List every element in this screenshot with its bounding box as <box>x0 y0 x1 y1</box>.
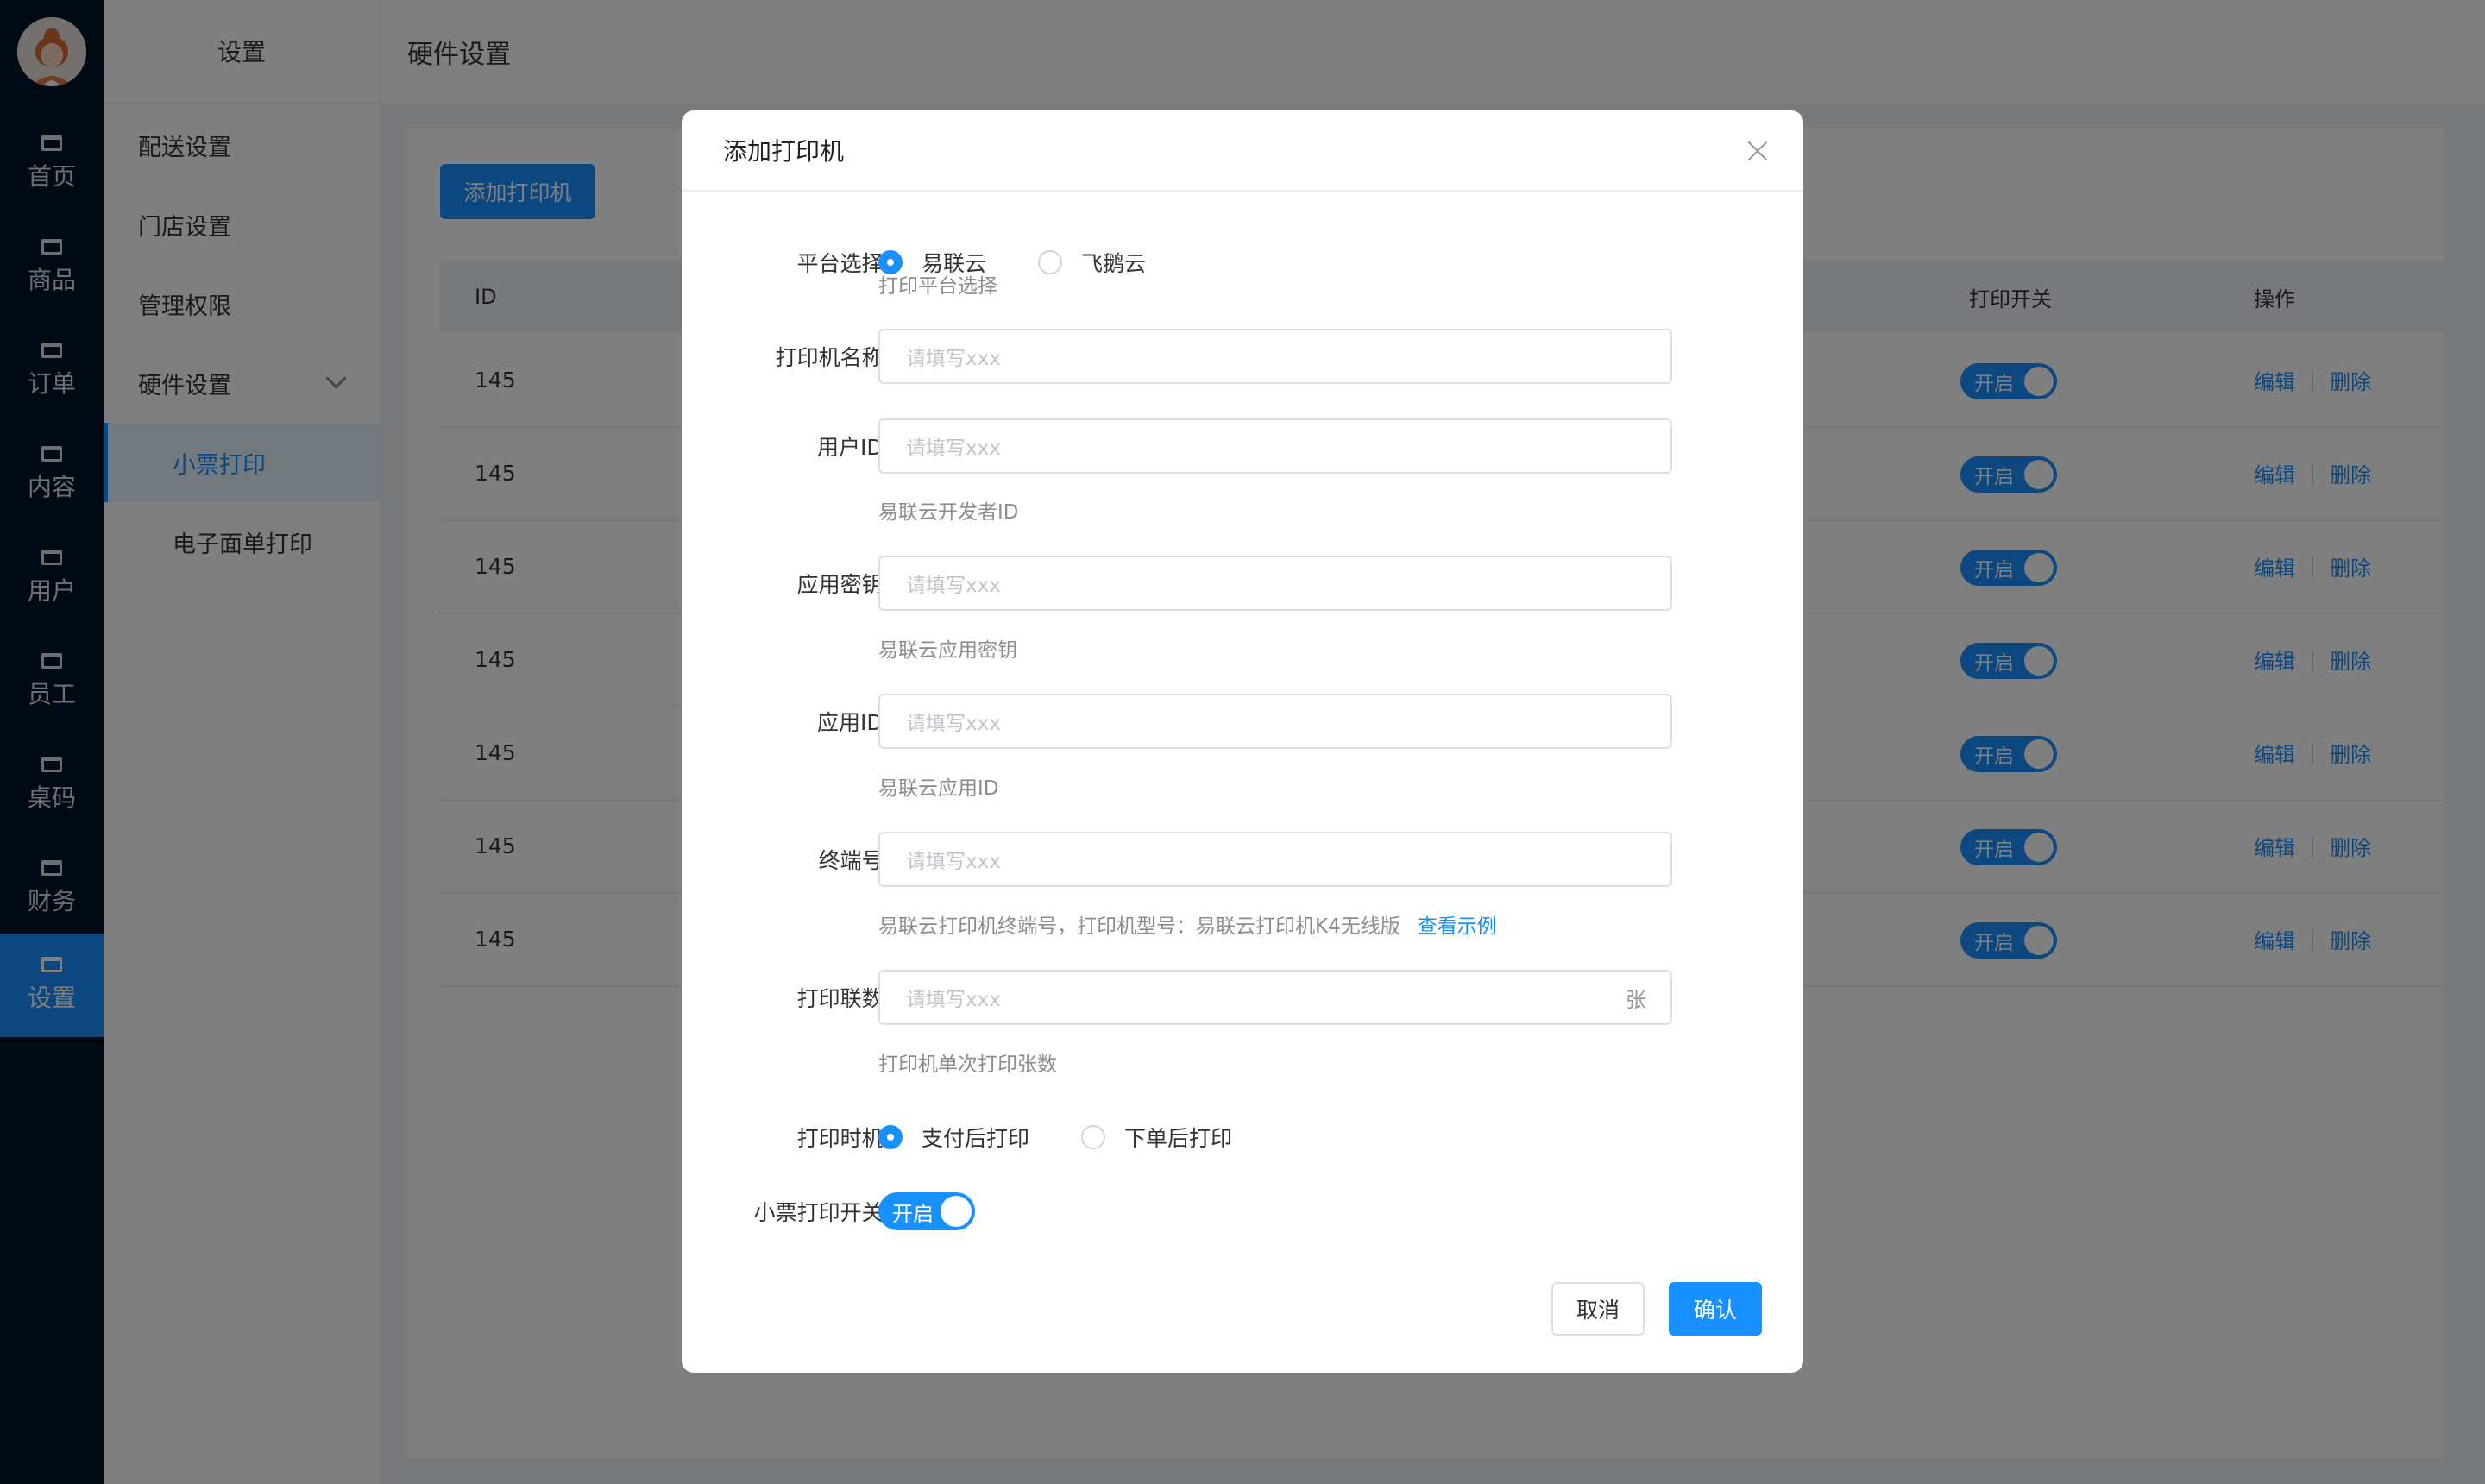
app-id-input[interactable]: 请填写xxx <box>878 694 1672 749</box>
printer-name-label: 打印机名称: <box>775 345 890 370</box>
radio-label: 下单后打印 <box>1124 1126 1233 1151</box>
terminal-hint-text: 易联云打印机终端号，打印机型号：易联云打印机K4无线版 <box>878 915 1400 938</box>
terminal-hint: 易联云打印机终端号，打印机型号：易联云打印机K4无线版 查看示例 <box>878 909 1497 939</box>
switch-label: 开启 <box>892 1201 934 1226</box>
timing-label: 打印时机: <box>796 1126 890 1151</box>
copies-hint: 打印机单次打印张数 <box>878 1053 1057 1076</box>
user-id-input[interactable]: 请填写xxx <box>878 418 1672 474</box>
cancel-button[interactable]: 取消 <box>1551 1282 1645 1336</box>
dialog-title: 添加打印机 <box>723 137 845 166</box>
copies-label: 打印联数: <box>796 986 890 1011</box>
radio-unchecked-icon <box>1081 1125 1106 1149</box>
app-secret-hint: 易联云应用密钥 <box>878 639 1017 662</box>
app-secret-input[interactable]: 请填写xxx <box>878 556 1672 611</box>
copies-suffix: 张 <box>1626 987 1646 1012</box>
radio-label: 支付后打印 <box>922 1126 1030 1151</box>
platform-label: 平台选择: <box>796 251 890 276</box>
radio-unchecked-icon <box>1038 250 1063 274</box>
platform-hint: 打印平台选择 <box>878 275 997 298</box>
radio-checked-icon <box>878 1125 903 1149</box>
receipt-print-switch[interactable]: 开启 <box>878 1192 975 1230</box>
timing-radio-group: 支付后打印 下单后打印 <box>878 1110 1284 1165</box>
radio-label: 飞鹅云 <box>1081 251 1147 276</box>
switch-knob <box>941 1196 972 1227</box>
user-id-hint: 易联云开发者ID <box>878 501 1019 524</box>
add-printer-dialog: 添加打印机 平台选择: 易联云 飞鹅云 打印平台选择 打印机名称: 请填写xxx… <box>682 110 1803 1373</box>
dialog-header: 添加打印机 <box>682 110 1803 192</box>
close-icon[interactable] <box>1745 138 1771 164</box>
confirm-button[interactable]: 确认 <box>1669 1282 1762 1336</box>
receipt-switch-label: 小票打印开关: <box>753 1200 890 1225</box>
printer-name-input[interactable]: 请填写xxx <box>878 329 1672 384</box>
app-secret-label: 应用密钥: <box>796 572 890 597</box>
radio-feieyun[interactable]: 飞鹅云 <box>1038 247 1146 278</box>
copies-input[interactable]: 请填写xxx 张 <box>878 970 1672 1025</box>
terminal-input[interactable]: 请填写xxx <box>878 832 1672 887</box>
radio-after-order[interactable]: 下单后打印 <box>1081 1122 1232 1153</box>
view-example-link[interactable]: 查看示例 <box>1418 915 1497 938</box>
radio-after-pay[interactable]: 支付后打印 <box>878 1122 1029 1153</box>
copies-placeholder: 请填写xxx <box>906 989 1001 1011</box>
app-id-hint: 易联云应用ID <box>878 777 999 800</box>
